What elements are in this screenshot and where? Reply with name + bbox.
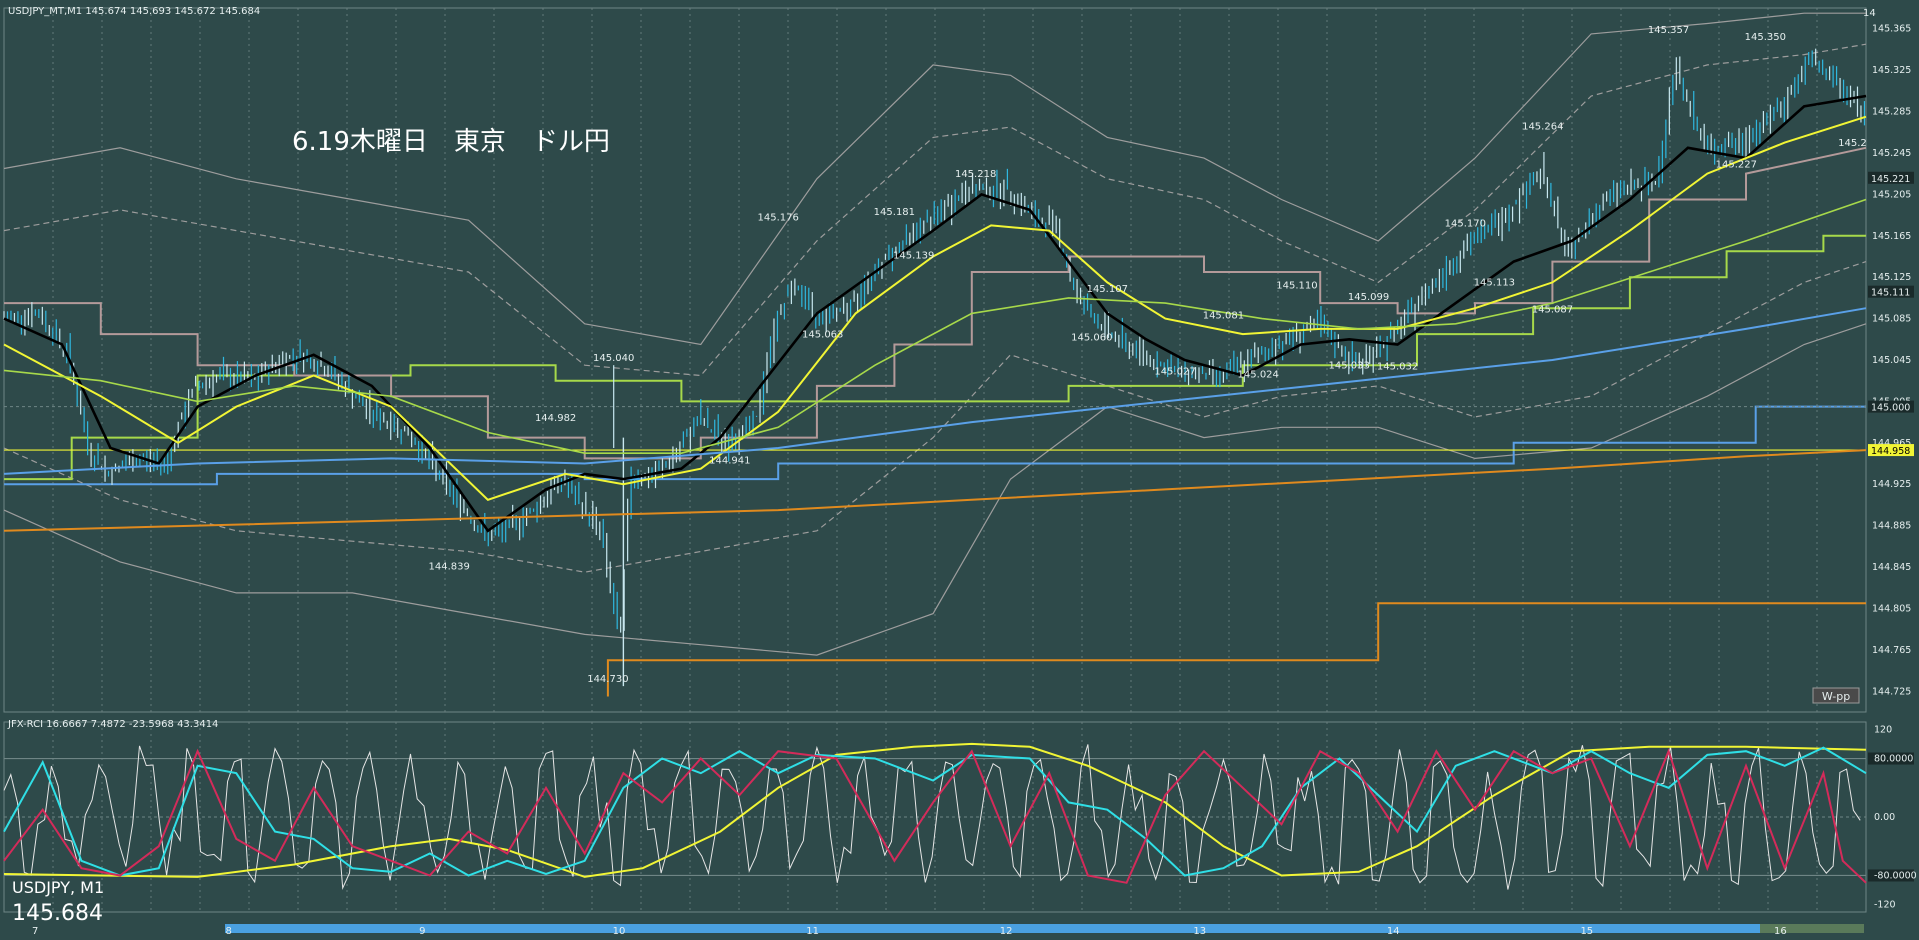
price-label: 145.218 bbox=[955, 169, 996, 180]
price-label: 145.350 bbox=[1745, 32, 1786, 43]
rci-axis-tick: 120 bbox=[1874, 724, 1892, 735]
price-label: 145.264 bbox=[1522, 121, 1563, 132]
price-label: 145.063 bbox=[802, 329, 843, 340]
price-label: 145.081 bbox=[1203, 311, 1244, 322]
price-axis-tick: 144.765 bbox=[1872, 645, 1911, 656]
price-axis-tick: 145.045 bbox=[1872, 355, 1911, 366]
time-axis-tick: 9 bbox=[419, 926, 425, 937]
wpp-label: W-pp bbox=[1822, 690, 1850, 703]
rci-axis-tick: -80.0000 bbox=[1874, 870, 1917, 881]
time-axis-tick: 14 bbox=[1387, 926, 1400, 937]
price-label: 145.181 bbox=[874, 207, 915, 218]
price-label: 145.024 bbox=[1238, 370, 1279, 381]
time-axis-tick: 7 bbox=[32, 926, 38, 937]
rci-axis-tick: -120 bbox=[1874, 900, 1896, 911]
price-label: 145.107 bbox=[1087, 284, 1128, 295]
time-axis-tick: 15 bbox=[1580, 926, 1593, 937]
price-axis-tick: 144.925 bbox=[1872, 479, 1911, 490]
price-axis-tick: 145.205 bbox=[1872, 189, 1911, 200]
rci-axis-tick: 0.00 bbox=[1874, 812, 1895, 823]
time-axis-tick: 8 bbox=[226, 926, 232, 937]
price-label: 145.027 bbox=[1154, 367, 1195, 378]
price-axis-tick: 145.365 bbox=[1872, 24, 1911, 35]
price-axis-tick: 145.325 bbox=[1872, 65, 1911, 76]
time-axis-tick: 11 bbox=[806, 926, 819, 937]
symbol-label: USDJPY, M1 bbox=[12, 878, 104, 897]
rci-axis-tick: 80.0000 bbox=[1874, 754, 1913, 765]
price-label: 144.839 bbox=[428, 561, 469, 572]
price-axis-tick: 145.165 bbox=[1872, 231, 1911, 242]
price-label: 144.941 bbox=[709, 456, 750, 467]
price-tag-text: 145.111 bbox=[1871, 288, 1910, 299]
price-label: 145.033 bbox=[1329, 360, 1370, 371]
price-label: 145.040 bbox=[593, 353, 634, 364]
price-label: 145.032 bbox=[1377, 361, 1418, 372]
price-axis-tick: 145.245 bbox=[1872, 148, 1911, 159]
price-axis-tick: 145.285 bbox=[1872, 107, 1911, 118]
price-label: 145.110 bbox=[1276, 281, 1317, 292]
time-axis-tick: 13 bbox=[1193, 926, 1206, 937]
price-label: 145.227 bbox=[1716, 160, 1757, 171]
price-label: 145.060 bbox=[1071, 332, 1112, 343]
price-axis-tick: 145.085 bbox=[1872, 314, 1911, 325]
rci-header: JFX-RCI 16.6667 7.4872 -23.5968 43.3414 bbox=[7, 719, 218, 730]
price-tag-text: 145.000 bbox=[1871, 403, 1910, 414]
symbol-price: 145.684 bbox=[12, 901, 103, 926]
time-axis-tick: 16 bbox=[1774, 926, 1787, 937]
price-label: 144.730 bbox=[587, 674, 628, 685]
session-bar bbox=[225, 924, 1760, 933]
usdjpy-m1-chart: 145.176 145.181 145.218 145.139 145.063 145.0… bbox=[0, 0, 1919, 940]
ohlc-header: USDJPY_MT,M1 145.674 145.693 145.672 145… bbox=[8, 6, 260, 17]
price-label: 145.099 bbox=[1348, 292, 1389, 303]
price-tag-text: 145.221 bbox=[1871, 174, 1910, 185]
price-label: 145.176 bbox=[758, 212, 799, 223]
price-axis-tick: 144.725 bbox=[1872, 686, 1911, 697]
price-axis-tick: 144.885 bbox=[1872, 521, 1911, 532]
time-axis-tick: 12 bbox=[1000, 926, 1013, 937]
price-label: 145.170 bbox=[1445, 219, 1486, 230]
price-axis-tick: 144.805 bbox=[1872, 603, 1911, 614]
price-label: 145.087 bbox=[1532, 305, 1573, 316]
price-label: 144.982 bbox=[535, 413, 576, 424]
annotation-title: 6.19木曜日 東京 ドル円 bbox=[292, 127, 610, 157]
chart-background bbox=[0, 0, 1919, 940]
price-axis-tick: 144.845 bbox=[1872, 562, 1911, 573]
top-axis-cut: 14 bbox=[1863, 8, 1876, 19]
price-label: 145.357 bbox=[1648, 25, 1689, 36]
price-label: 145.2 bbox=[1838, 138, 1867, 149]
price-label: 145.113 bbox=[1474, 278, 1515, 289]
time-axis: 7 8 9 10 11 12 13 14 15 16 bbox=[0, 922, 1919, 940]
price-label: 145.139 bbox=[893, 251, 934, 262]
price-tag-text: 144.958 bbox=[1871, 446, 1910, 457]
time-axis-tick: 10 bbox=[613, 926, 626, 937]
price-axis-tick: 145.125 bbox=[1872, 272, 1911, 283]
